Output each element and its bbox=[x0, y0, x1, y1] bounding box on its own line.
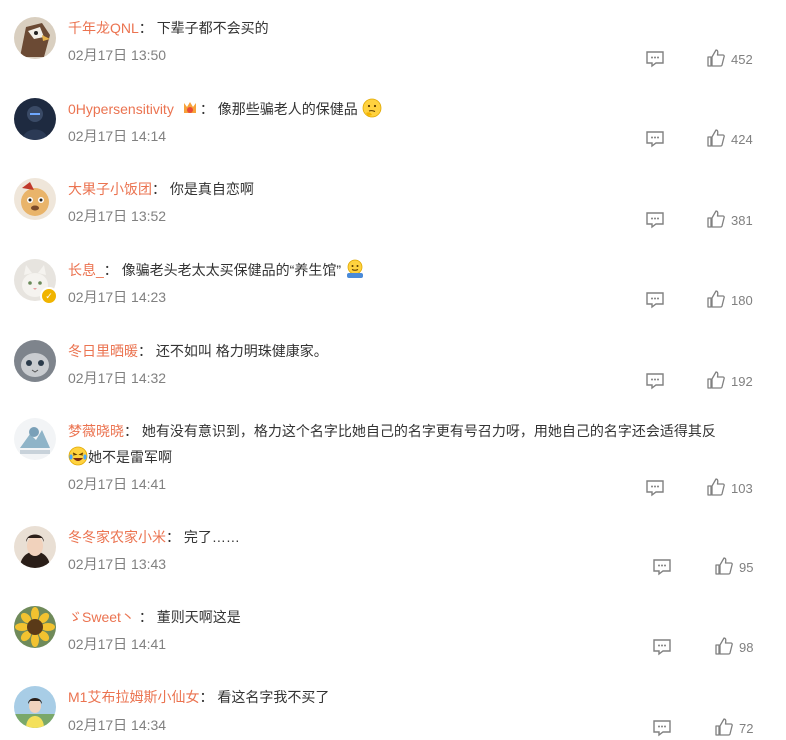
comment-header: ゞSweet丶 ： 董则天啊这是 bbox=[68, 606, 241, 628]
like-button[interactable]: 180 bbox=[707, 290, 753, 310]
comment-text: 还不如叫 格力明珠健康家。 bbox=[155, 343, 328, 359]
separator: ： bbox=[138, 343, 152, 359]
avatar[interactable] bbox=[14, 17, 56, 59]
comment-time: 02月17日 13:43 bbox=[68, 556, 167, 572]
comment-header: 大果子小饭团： 你是真自恋啊 bbox=[68, 178, 254, 200]
fan-medal-icon bbox=[183, 102, 196, 113]
avatar[interactable] bbox=[14, 98, 56, 140]
avatar[interactable] bbox=[14, 686, 56, 728]
reply-icon[interactable] bbox=[645, 130, 665, 148]
laugh-cry-emoji bbox=[68, 446, 88, 466]
reply-icon[interactable] bbox=[645, 291, 665, 309]
avatar[interactable] bbox=[14, 606, 56, 648]
like-count: 424 bbox=[731, 132, 753, 147]
like-button[interactable]: 95 bbox=[715, 557, 753, 577]
comment-time: 02月17日 13:50 bbox=[68, 47, 167, 63]
thumbs-up-icon bbox=[715, 557, 733, 575]
shrug-emoji bbox=[346, 259, 363, 278]
comment-text: 董则天啊这是 bbox=[156, 609, 241, 625]
comment-time: 02月17日 14:14 bbox=[68, 128, 167, 144]
separator: ： bbox=[166, 529, 180, 545]
comment-header: 0Hypersensitivity ： 像那些骗老人的保健品 bbox=[68, 98, 382, 120]
thinking-emoji bbox=[362, 98, 382, 118]
reply-icon[interactable] bbox=[652, 558, 672, 576]
separator: ： bbox=[152, 181, 166, 197]
like-count: 98 bbox=[739, 640, 754, 655]
comment-text: 她有没有意识到，格力这个名字比她自己的名字更有号召力呀，用她自己的名字还会适得其… bbox=[141, 423, 716, 439]
comment-header: 千年龙QNL： 下辈子都不会买的 bbox=[68, 17, 269, 39]
username-link[interactable]: 大果子小饭团 bbox=[68, 181, 152, 197]
comment-list: 千年龙QNL： 下辈子都不会买的 02月17日 13:50 452 0Hyper… bbox=[0, 0, 786, 740]
comment-time: 02月17日 14:34 bbox=[68, 717, 167, 733]
comment-text: 看这名字我不买了 bbox=[217, 689, 330, 705]
thumbs-up-icon bbox=[707, 290, 725, 308]
like-count: 452 bbox=[731, 52, 753, 67]
username-link[interactable]: 梦薇晓晓 bbox=[68, 423, 124, 439]
like-count: 95 bbox=[739, 560, 754, 575]
username-link[interactable]: 冬冬家农家小米 bbox=[68, 529, 166, 545]
comment-text: 像那些骗老人的保健品 bbox=[217, 101, 358, 117]
avatar[interactable] bbox=[14, 526, 56, 568]
verified-badge-icon: ✓ bbox=[40, 287, 58, 305]
username-link[interactable]: 长息_ bbox=[68, 262, 104, 278]
like-button[interactable]: 192 bbox=[707, 371, 753, 391]
reply-icon[interactable] bbox=[645, 211, 665, 229]
thumbs-up-icon bbox=[707, 49, 725, 67]
comment-text: 像骗老头老太太买保健品的“养生馆” bbox=[121, 262, 342, 278]
comment-text: 完了…… bbox=[183, 529, 240, 545]
like-button[interactable]: 452 bbox=[707, 49, 753, 69]
separator: ： bbox=[124, 423, 138, 439]
username-link[interactable]: 0Hypersensitivity bbox=[68, 101, 174, 117]
avatar[interactable] bbox=[14, 178, 56, 220]
comment-header: 长息_： 像骗老头老太太买保健品的“养生馆” bbox=[68, 259, 365, 281]
username-link[interactable]: 冬日里晒暖 bbox=[68, 343, 138, 359]
like-button[interactable]: 424 bbox=[707, 129, 753, 149]
thumbs-up-icon bbox=[707, 478, 725, 496]
comment-time: 02月17日 14:23 bbox=[68, 289, 167, 305]
comment-header: M1艾布拉姆斯小仙女： 看这名字我不买了 bbox=[68, 686, 329, 708]
like-button[interactable]: 72 bbox=[715, 718, 753, 738]
thumbs-up-icon bbox=[715, 718, 733, 736]
like-count: 381 bbox=[731, 213, 753, 228]
avatar[interactable] bbox=[14, 340, 56, 382]
like-count: 103 bbox=[731, 481, 753, 496]
like-button[interactable]: 98 bbox=[715, 637, 753, 657]
comment-time: 02月17日 14:32 bbox=[68, 370, 167, 386]
comment-header: 冬日里晒暖： 还不如叫 格力明珠健康家。 bbox=[68, 340, 328, 362]
separator: ： bbox=[199, 101, 214, 117]
avatar[interactable] bbox=[14, 418, 56, 460]
comment-text: 你是真自恋啊 bbox=[169, 181, 254, 197]
reply-icon[interactable] bbox=[645, 479, 665, 497]
like-count: 180 bbox=[731, 293, 753, 308]
like-button[interactable]: 381 bbox=[707, 210, 753, 230]
thumbs-up-icon bbox=[707, 210, 725, 228]
comment-header: 冬冬家农家小米： 完了…… bbox=[68, 526, 240, 548]
comment-time: 02月17日 13:52 bbox=[68, 208, 167, 224]
comment-time: 02月17日 14:41 bbox=[68, 476, 167, 492]
separator: ： bbox=[138, 609, 153, 625]
separator: ： bbox=[199, 689, 214, 705]
username-link[interactable]: ゞSweet丶 bbox=[68, 609, 135, 625]
reply-icon[interactable] bbox=[652, 719, 672, 737]
thumbs-up-icon bbox=[707, 371, 725, 389]
reply-icon[interactable] bbox=[652, 638, 672, 656]
like-count: 72 bbox=[739, 721, 754, 736]
comment-header: 梦薇晓晓： 她有没有意识到，格力这个名字比她自己的名字更有号召力呀，用她自己的名… bbox=[68, 418, 768, 470]
separator: ： bbox=[138, 20, 153, 36]
separator: ： bbox=[103, 262, 118, 278]
thumbs-up-icon bbox=[707, 129, 725, 147]
comment-time: 02月17日 14:41 bbox=[68, 636, 167, 652]
username-link[interactable]: 千年龙QNL bbox=[68, 20, 139, 36]
like-button[interactable]: 103 bbox=[707, 478, 753, 498]
thumbs-up-icon bbox=[715, 637, 733, 655]
username-link[interactable]: M1艾布拉姆斯小仙女 bbox=[68, 689, 199, 705]
comment-text: 下辈子都不会买的 bbox=[156, 20, 269, 36]
comment-text-continued: 她不是雷军啊 bbox=[88, 449, 172, 465]
reply-icon[interactable] bbox=[645, 372, 665, 390]
like-count: 192 bbox=[731, 374, 753, 389]
reply-icon[interactable] bbox=[645, 50, 665, 68]
